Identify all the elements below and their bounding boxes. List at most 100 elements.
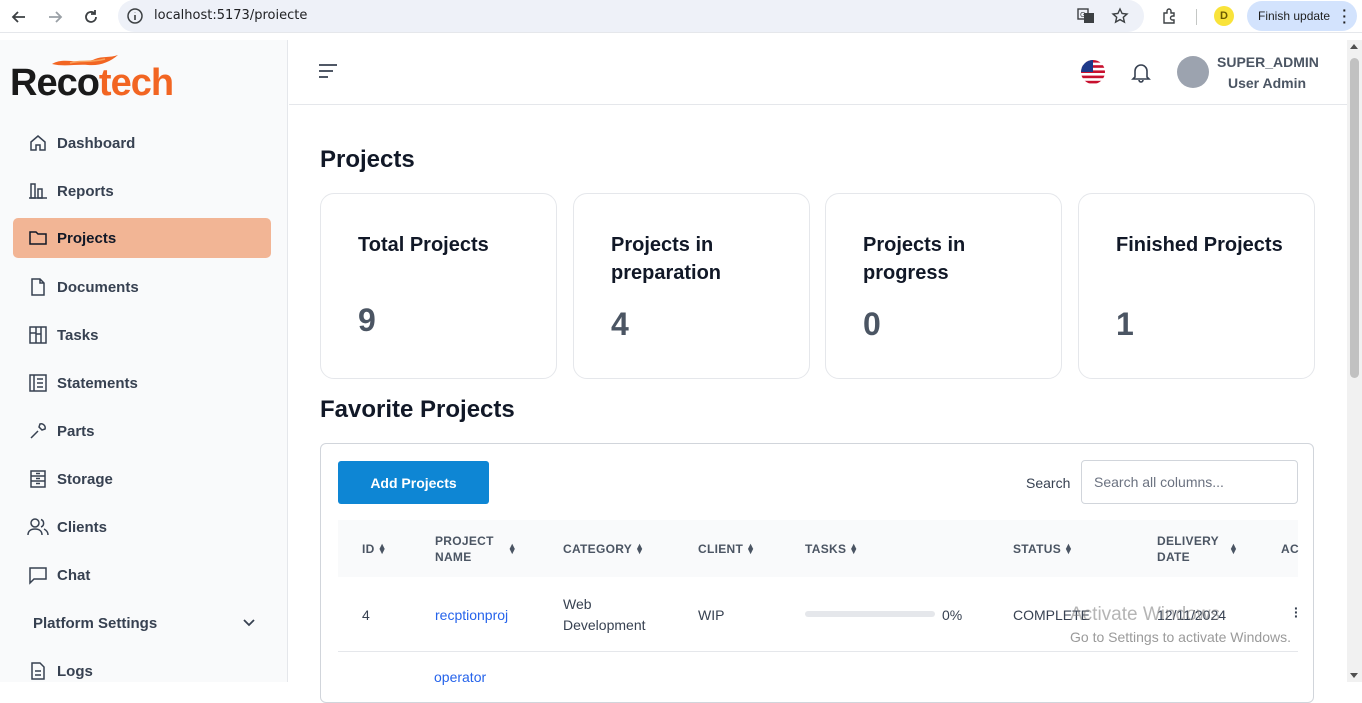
sort-icon[interactable]: ▲ ▼ (508, 541, 517, 555)
sidebar-item-tasks[interactable]: Tasks (13, 315, 271, 355)
kanban-icon (27, 324, 49, 346)
scroll-down-arrow-icon[interactable] (1350, 673, 1358, 678)
toolbar-divider (1196, 9, 1197, 25)
notifications-bell-icon[interactable] (1130, 61, 1152, 83)
chat-icon (27, 564, 49, 586)
sidebar-item-label: Reports (57, 182, 114, 200)
column-header-line: PROJECT (435, 533, 494, 548)
sidebar-item-dashboard[interactable]: Dashboard (13, 123, 271, 163)
stat-card-total: Total Projects 9 (320, 193, 557, 379)
column-header-line: DATE (1157, 549, 1190, 564)
column-header-status[interactable]: STATUS ▲ ▼ (1013, 520, 1073, 577)
back-arrow-icon[interactable] (8, 6, 30, 28)
column-header-label: CATEGORY (563, 541, 633, 556)
cell-category: Web Development (563, 577, 646, 652)
profile-avatar[interactable]: D (1214, 6, 1234, 26)
sidebar-item-reports[interactable]: Reports (13, 171, 271, 211)
page-scrollbar[interactable] (1347, 40, 1362, 682)
home-icon (27, 132, 49, 154)
stat-value: 9 (358, 302, 376, 338)
scroll-up-arrow-icon[interactable] (1350, 44, 1358, 49)
browser-toolbar: localhost:5173/proiecte G D Finish updat… (0, 0, 1362, 33)
stat-card-finished: Finished Projects 1 (1078, 193, 1315, 379)
project-name-link[interactable]: operator (434, 669, 486, 685)
add-projects-button[interactable]: Add Projects (338, 461, 489, 504)
sidebar-item-chat[interactable]: Chat (13, 555, 271, 595)
column-header-tasks[interactable]: TASKS ▲ ▼ (805, 520, 859, 577)
top-header: SUPER_ADMIN User Admin (289, 40, 1347, 105)
chevron-down-icon[interactable] (239, 613, 259, 633)
sidebar-item-label: Logs (57, 662, 93, 680)
user-avatar[interactable] (1177, 56, 1209, 88)
sort-icon[interactable]: ▲ ▼ (1064, 541, 1073, 555)
column-header-label: DELIVERY DATE (1157, 533, 1219, 565)
stat-card-progress: Projects in progress 0 (825, 193, 1062, 379)
sort-icon[interactable]: ▲ ▼ (849, 541, 858, 555)
column-header-line: DELIVERY (1157, 533, 1219, 548)
finish-update-button[interactable]: Finish update · · · (1247, 1, 1357, 31)
sidebar-item-label: Statements (57, 374, 138, 392)
sidebar-item-logs[interactable]: Logs (13, 651, 271, 691)
log-icon (27, 660, 49, 682)
search-label: Search (1026, 475, 1071, 491)
search-input[interactable] (1081, 460, 1298, 504)
stat-card-preparation: Projects in preparation 4 (573, 193, 810, 379)
url-text: localhost:5173/proiecte (154, 8, 308, 23)
forward-arrow-icon[interactable] (44, 6, 66, 28)
sidebar-item-documents[interactable]: Documents (13, 267, 271, 307)
column-header-project-name[interactable]: PROJECT NAME ▲ ▼ (435, 520, 517, 577)
column-header-label: ID (362, 541, 375, 556)
file-icon (27, 276, 49, 298)
stat-label: Projects in preparation (611, 234, 722, 284)
recotech-logo[interactable]: Recotech (10, 52, 220, 104)
sidebar-item-statements[interactable]: Statements (13, 363, 271, 403)
cabinet-icon (27, 468, 49, 490)
finish-update-label: Finish update (1258, 9, 1331, 23)
cell-category-line: Development (563, 616, 646, 633)
stat-value: 1 (1116, 306, 1134, 342)
menu-toggle-icon[interactable] (318, 63, 340, 81)
sidebar-item-label: Clients (57, 518, 108, 536)
column-header-delivery-date[interactable]: DELIVERY DATE ▲ ▼ (1157, 520, 1238, 577)
more-menu-icon[interactable]: · · · (1342, 3, 1347, 29)
sidebar-item-label: Platform Settings (33, 614, 158, 632)
translate-icon[interactable]: G (1076, 6, 1096, 26)
bookmark-star-icon[interactable] (1110, 6, 1130, 26)
logo-text-tech: tech (98, 62, 174, 104)
scroll-thumb[interactable] (1350, 58, 1359, 378)
list-icon (27, 372, 49, 394)
sort-icon[interactable]: ▲ ▼ (746, 541, 755, 555)
row-actions-icon[interactable]: · · · (1294, 601, 1299, 623)
column-header-id[interactable]: ID ▲ ▼ (362, 520, 387, 577)
column-header-label: CLIENT (698, 541, 744, 556)
svg-text:G: G (1080, 11, 1085, 19)
page-title: Projects (320, 146, 415, 173)
reload-icon[interactable] (80, 6, 102, 28)
logo-text: Recotech (10, 62, 174, 105)
activate-windows-title: Activate Windows (1070, 604, 1220, 625)
sidebar-item-label: Parts (57, 422, 95, 440)
column-header-category[interactable]: CATEGORY ▲ ▼ (563, 520, 644, 577)
sidebar-item-storage[interactable]: Storage (13, 459, 271, 499)
address-bar[interactable]: localhost:5173/proiecte G (118, 0, 1144, 32)
sidebar-item-platform-settings[interactable]: Platform Settings (13, 603, 271, 643)
stat-value: 4 (611, 306, 629, 342)
sidebar-item-clients[interactable]: Clients (13, 507, 271, 547)
sort-icon[interactable]: ▲ ▼ (378, 541, 387, 555)
sort-icon[interactable]: ▲ ▼ (1229, 541, 1238, 555)
column-header-client[interactable]: CLIENT ▲ ▼ (698, 520, 755, 577)
column-header-label: PROJECT NAME (435, 533, 494, 565)
us-flag-icon[interactable] (1081, 60, 1105, 84)
site-info-icon[interactable] (126, 7, 144, 30)
logo-text-reco: Reco (10, 62, 100, 104)
sidebar-item-parts[interactable]: Parts (13, 411, 271, 451)
sort-icon[interactable]: ▲ ▼ (635, 541, 644, 555)
sidebar-item-label: Dashboard (57, 134, 136, 152)
bar-chart-icon (27, 180, 49, 202)
stat-label: Total Projects (358, 234, 489, 256)
favorite-projects-title: Favorite Projects (320, 396, 515, 423)
sidebar-item-label: Chat (57, 566, 91, 584)
project-name-link[interactable]: recptionproj (435, 577, 508, 652)
extensions-icon[interactable] (1160, 6, 1180, 26)
sidebar-item-projects[interactable]: Projects (13, 218, 271, 258)
